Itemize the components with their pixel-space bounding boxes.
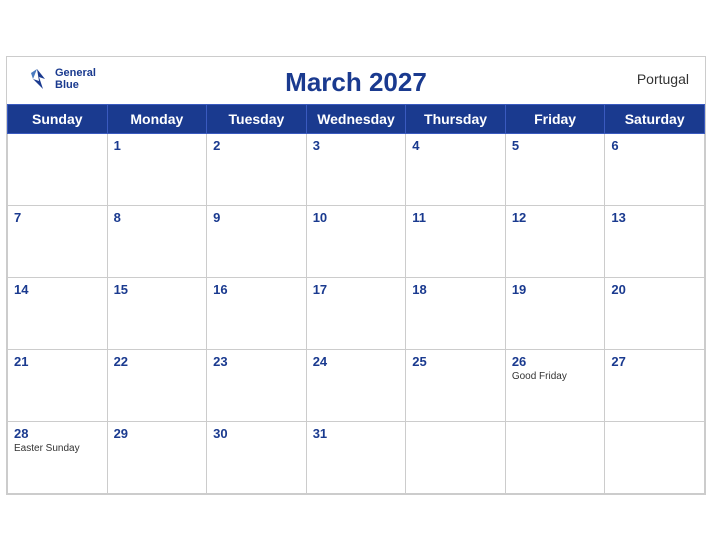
calendar-week-row: 14 15 16 17 18 19 20 xyxy=(8,277,705,349)
day-number: 31 xyxy=(313,426,400,441)
calendar-day-cell xyxy=(406,421,506,493)
calendar-day-cell: 7 xyxy=(8,205,108,277)
calendar-day-cell: 4 xyxy=(406,133,506,205)
col-saturday: Saturday xyxy=(605,104,705,133)
day-number: 15 xyxy=(114,282,201,297)
calendar-week-row: 21 22 23 24 25 26 Good Friday 27 xyxy=(8,349,705,421)
day-number: 27 xyxy=(611,354,698,369)
calendar-container: General Blue March 2027 Portugal Sunday … xyxy=(6,56,706,495)
calendar-day-cell: 11 xyxy=(406,205,506,277)
calendar-day-cell xyxy=(605,421,705,493)
day-number: 21 xyxy=(14,354,101,369)
day-number: 30 xyxy=(213,426,300,441)
day-number: 22 xyxy=(114,354,201,369)
calendar-day-cell: 31 xyxy=(306,421,406,493)
day-number: 5 xyxy=(512,138,599,153)
calendar-day-cell: 9 xyxy=(207,205,307,277)
calendar-day-cell: 16 xyxy=(207,277,307,349)
calendar-day-cell: 19 xyxy=(505,277,605,349)
calendar-day-cell: 29 xyxy=(107,421,207,493)
day-number: 26 xyxy=(512,354,599,369)
logo-bird-icon xyxy=(23,65,51,93)
col-wednesday: Wednesday xyxy=(306,104,406,133)
day-number: 23 xyxy=(213,354,300,369)
calendar-title: March 2027 xyxy=(285,67,427,98)
day-number: 17 xyxy=(313,282,400,297)
calendar-day-cell: 10 xyxy=(306,205,406,277)
weekday-header-row: Sunday Monday Tuesday Wednesday Thursday… xyxy=(8,104,705,133)
holiday-label: Good Friday xyxy=(512,371,599,382)
calendar-day-cell: 30 xyxy=(207,421,307,493)
day-number: 9 xyxy=(213,210,300,225)
day-number: 14 xyxy=(14,282,101,297)
calendar-day-cell: 18 xyxy=(406,277,506,349)
calendar-day-cell: 26 Good Friday xyxy=(505,349,605,421)
calendar-day-cell: 25 xyxy=(406,349,506,421)
day-number: 13 xyxy=(611,210,698,225)
calendar-day-cell: 17 xyxy=(306,277,406,349)
day-number: 16 xyxy=(213,282,300,297)
calendar-day-cell: 22 xyxy=(107,349,207,421)
day-number: 7 xyxy=(14,210,101,225)
day-number: 19 xyxy=(512,282,599,297)
calendar-day-cell: 5 xyxy=(505,133,605,205)
col-tuesday: Tuesday xyxy=(207,104,307,133)
day-number: 10 xyxy=(313,210,400,225)
calendar-day-cell: 23 xyxy=(207,349,307,421)
country-label: Portugal xyxy=(637,71,689,87)
day-number: 3 xyxy=(313,138,400,153)
col-thursday: Thursday xyxy=(406,104,506,133)
col-monday: Monday xyxy=(107,104,207,133)
day-number: 1 xyxy=(114,138,201,153)
day-number: 24 xyxy=(313,354,400,369)
calendar-day-cell: 13 xyxy=(605,205,705,277)
calendar-day-cell xyxy=(505,421,605,493)
calendar-week-row: 789 10 11 12 13 xyxy=(8,205,705,277)
day-number: 11 xyxy=(412,210,499,225)
col-friday: Friday xyxy=(505,104,605,133)
logo: General Blue xyxy=(23,65,96,93)
calendar-week-row: 28 Easter Sunday 29 30 31 xyxy=(8,421,705,493)
day-number: 12 xyxy=(512,210,599,225)
calendar-day-cell: 27 xyxy=(605,349,705,421)
calendar-grid: Sunday Monday Tuesday Wednesday Thursday… xyxy=(7,104,705,494)
calendar-day-cell: 20 xyxy=(605,277,705,349)
calendar-day-cell: 14 xyxy=(8,277,108,349)
calendar-day-cell: 28 Easter Sunday xyxy=(8,421,108,493)
calendar-body: 1234567891011121314151617181920212223242… xyxy=(8,133,705,493)
calendar-week-row: 123456 xyxy=(8,133,705,205)
day-number: 18 xyxy=(412,282,499,297)
day-number: 4 xyxy=(412,138,499,153)
calendar-day-cell: 1 xyxy=(107,133,207,205)
calendar-day-cell xyxy=(8,133,108,205)
day-number: 8 xyxy=(114,210,201,225)
day-number: 29 xyxy=(114,426,201,441)
calendar-day-cell: 24 xyxy=(306,349,406,421)
col-sunday: Sunday xyxy=(8,104,108,133)
calendar-day-cell: 6 xyxy=(605,133,705,205)
day-number: 6 xyxy=(611,138,698,153)
calendar-day-cell: 12 xyxy=(505,205,605,277)
calendar-day-cell: 8 xyxy=(107,205,207,277)
day-number: 28 xyxy=(14,426,101,441)
calendar-day-cell: 15 xyxy=(107,277,207,349)
day-number: 20 xyxy=(611,282,698,297)
day-number: 25 xyxy=(412,354,499,369)
calendar-day-cell: 21 xyxy=(8,349,108,421)
holiday-label: Easter Sunday xyxy=(14,443,101,454)
calendar-day-cell: 2 xyxy=(207,133,307,205)
logo-text: General Blue xyxy=(55,67,96,91)
calendar-header: General Blue March 2027 Portugal xyxy=(7,57,705,104)
calendar-day-cell: 3 xyxy=(306,133,406,205)
day-number: 2 xyxy=(213,138,300,153)
